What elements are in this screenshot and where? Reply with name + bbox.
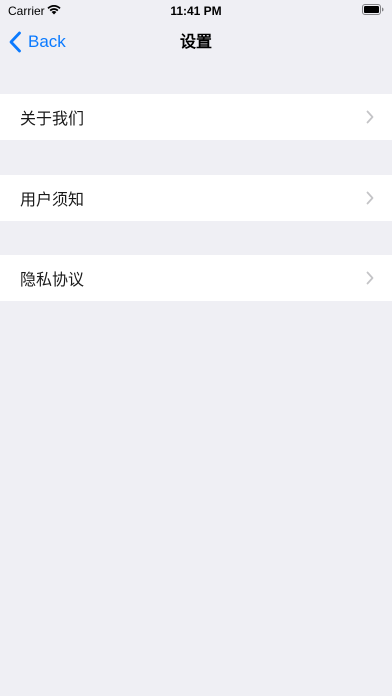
chevron-right-icon [366, 110, 374, 124]
status-bar: Carrier 11:41 PM [0, 0, 392, 20]
settings-row-privacy-policy[interactable]: 隐私协议 [0, 255, 392, 301]
settings-row-label: 用户须知 [20, 190, 85, 209]
settings-row-user-notice[interactable]: 用户须知 [0, 175, 392, 221]
settings-row-label: 关于我们 [20, 109, 85, 128]
navigation-bar: Back 设置 [0, 20, 392, 64]
chevron-right-icon [366, 271, 374, 285]
battery-icon [362, 4, 384, 15]
page-title: 设置 [179, 32, 212, 51]
settings-row-label: 隐私协议 [20, 270, 85, 289]
settings-screen: Carrier 11:41 PM Back 设置 关于我们 用户须知 隐私协议 [0, 0, 392, 696]
clock-time: 11:41 PM [170, 4, 222, 18]
settings-row-about-us[interactable]: 关于我们 [0, 94, 392, 140]
chevron-right-icon [366, 191, 374, 205]
